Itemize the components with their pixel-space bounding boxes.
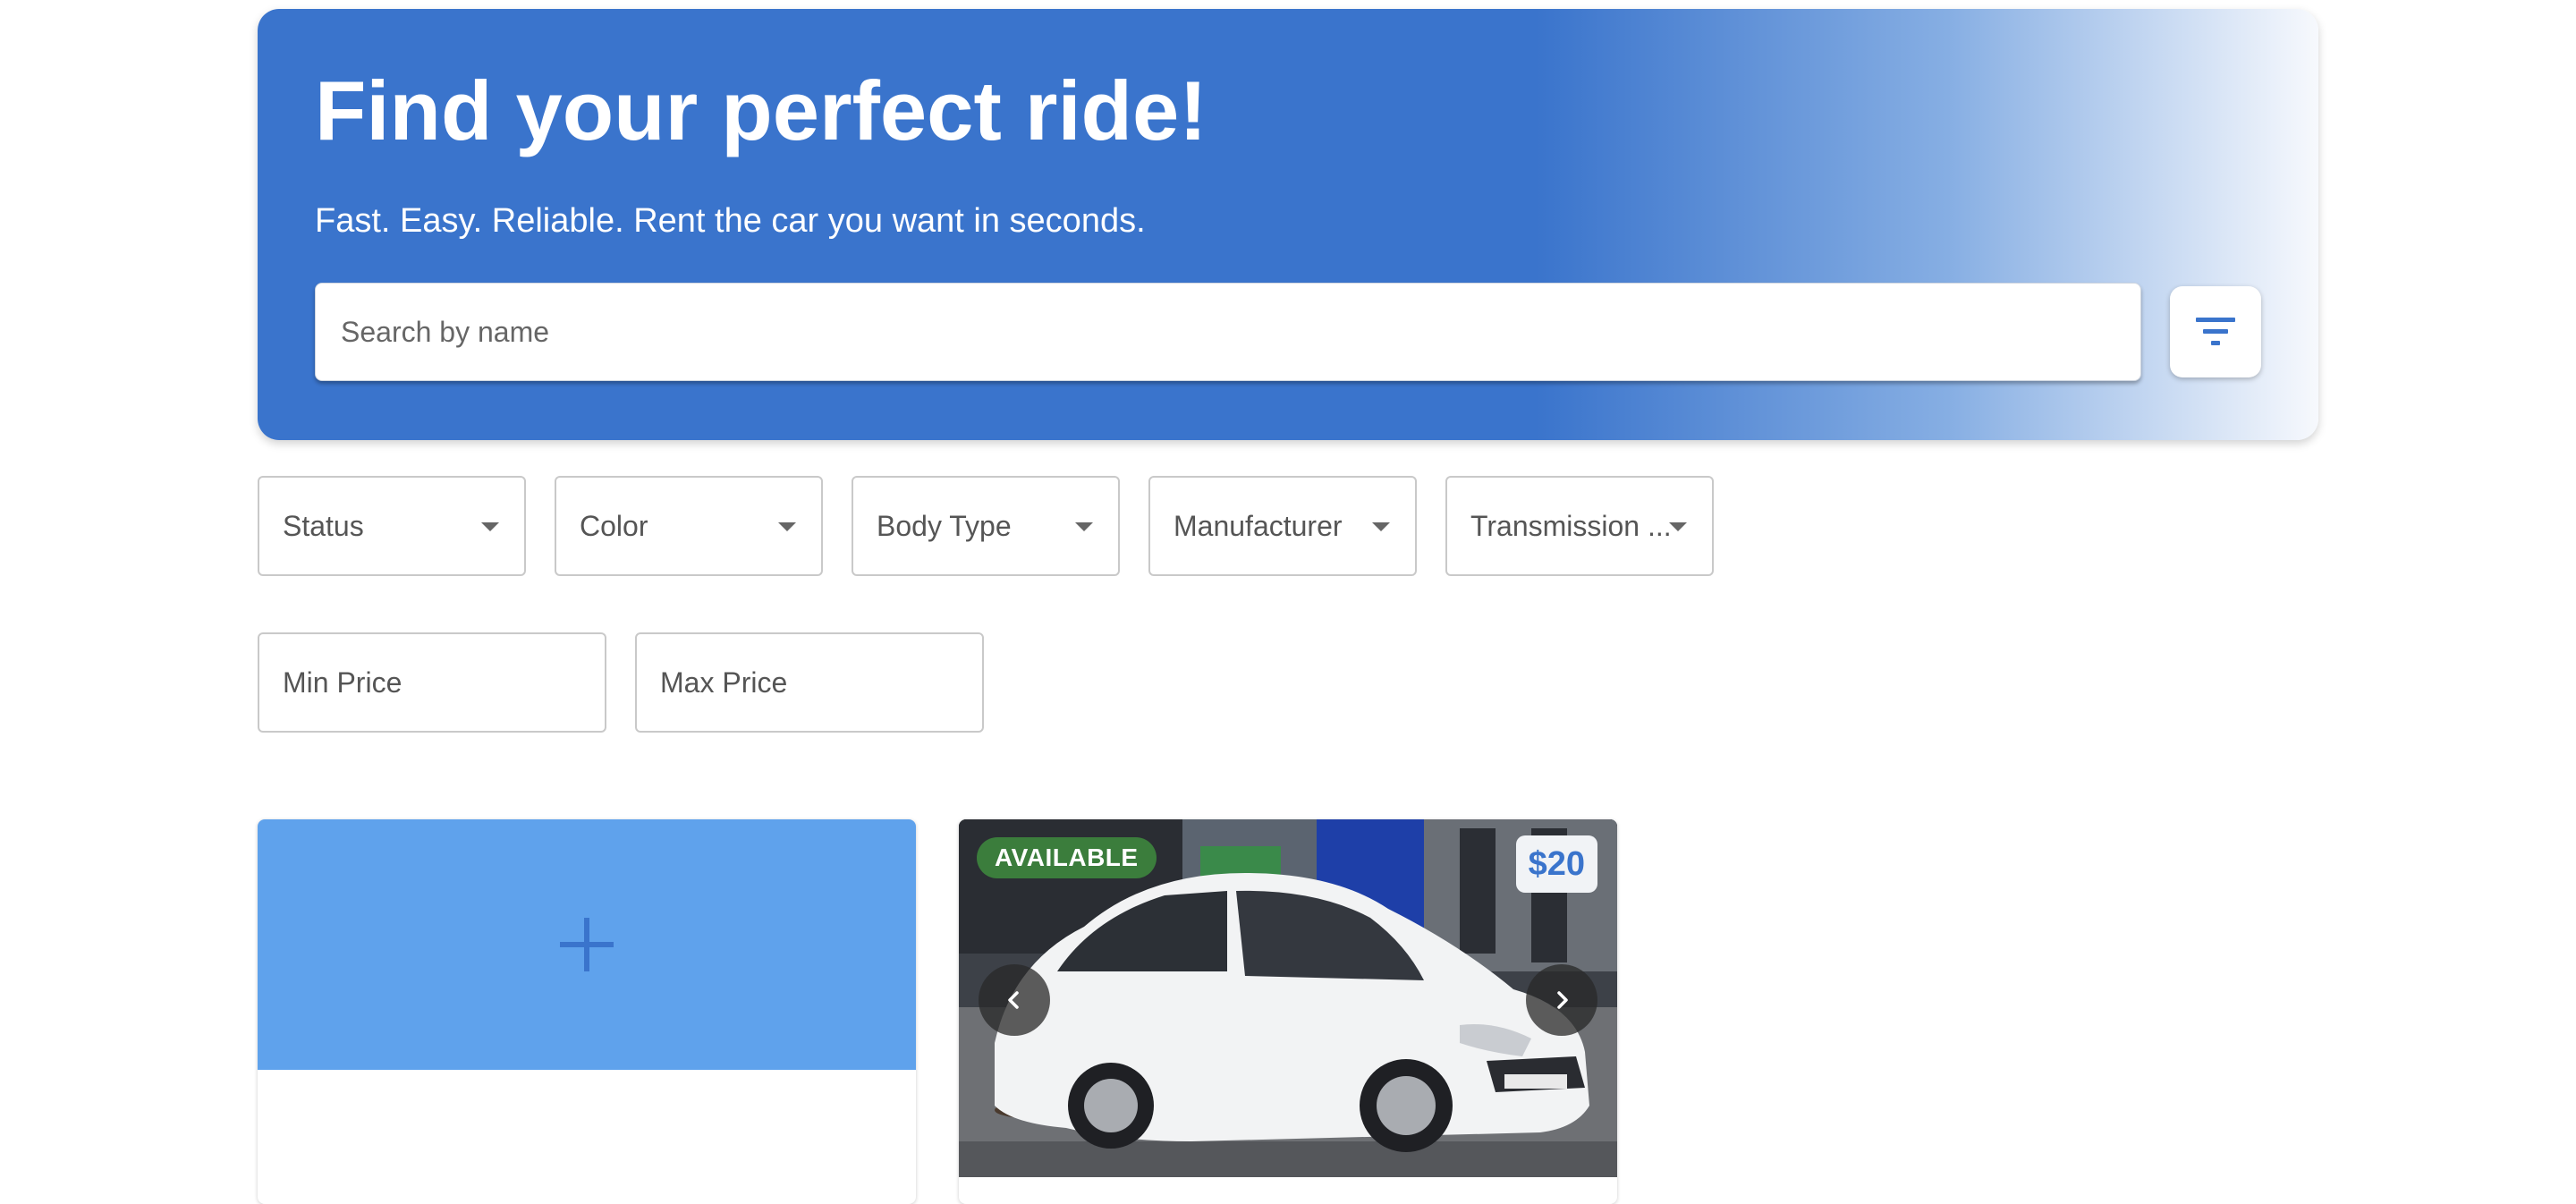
add-car-card-header bbox=[258, 819, 916, 1070]
manufacturer-select[interactable]: Manufacturer bbox=[1148, 476, 1417, 576]
add-car-card[interactable] bbox=[258, 819, 916, 1204]
status-badge: AVAILABLE bbox=[977, 837, 1157, 878]
chevron-left-icon bbox=[1008, 991, 1019, 1009]
status-select-label: Status bbox=[283, 510, 364, 542]
transmission-select[interactable]: Transmission ... bbox=[1445, 476, 1714, 576]
previous-image-button[interactable] bbox=[979, 964, 1050, 1036]
filter-toggle-button[interactable] bbox=[2170, 286, 2261, 377]
car-photo: AVAILABLE $20 bbox=[959, 819, 1617, 1177]
search-input[interactable] bbox=[316, 284, 2140, 380]
color-select-label: Color bbox=[580, 510, 648, 542]
body-type-select-label: Body Type bbox=[877, 510, 1012, 542]
car-card[interactable]: AVAILABLE $20 bbox=[959, 819, 1617, 1204]
min-price-input[interactable] bbox=[259, 634, 605, 731]
manufacturer-select-label: Manufacturer bbox=[1174, 510, 1343, 542]
body-type-select[interactable]: Body Type bbox=[852, 476, 1120, 576]
chevron-right-icon bbox=[1557, 991, 1568, 1009]
page-title: Find your perfect ride! bbox=[315, 64, 1208, 157]
next-image-button[interactable] bbox=[1526, 964, 1597, 1036]
price-tag: $20 bbox=[1515, 835, 1597, 893]
dropdown-arrow-icon bbox=[1075, 522, 1093, 531]
page-subtitle: Fast. Easy. Reliable. Rent the car you w… bbox=[315, 202, 1146, 240]
search-box bbox=[315, 283, 2141, 381]
filter-list-icon bbox=[2196, 318, 2235, 345]
plus-icon bbox=[560, 918, 614, 971]
max-price-field bbox=[635, 632, 984, 733]
min-price-field bbox=[258, 632, 606, 733]
dropdown-arrow-icon bbox=[778, 522, 796, 531]
status-select[interactable]: Status bbox=[258, 476, 526, 576]
transmission-select-label: Transmission ... bbox=[1470, 510, 1672, 542]
dropdown-arrow-icon bbox=[1669, 522, 1687, 531]
dropdown-arrow-icon bbox=[481, 522, 499, 531]
dropdown-arrow-icon bbox=[1372, 522, 1390, 531]
color-select[interactable]: Color bbox=[555, 476, 823, 576]
hero-banner: Find your perfect ride! Fast. Easy. Reli… bbox=[258, 9, 2318, 440]
max-price-input[interactable] bbox=[637, 634, 982, 731]
